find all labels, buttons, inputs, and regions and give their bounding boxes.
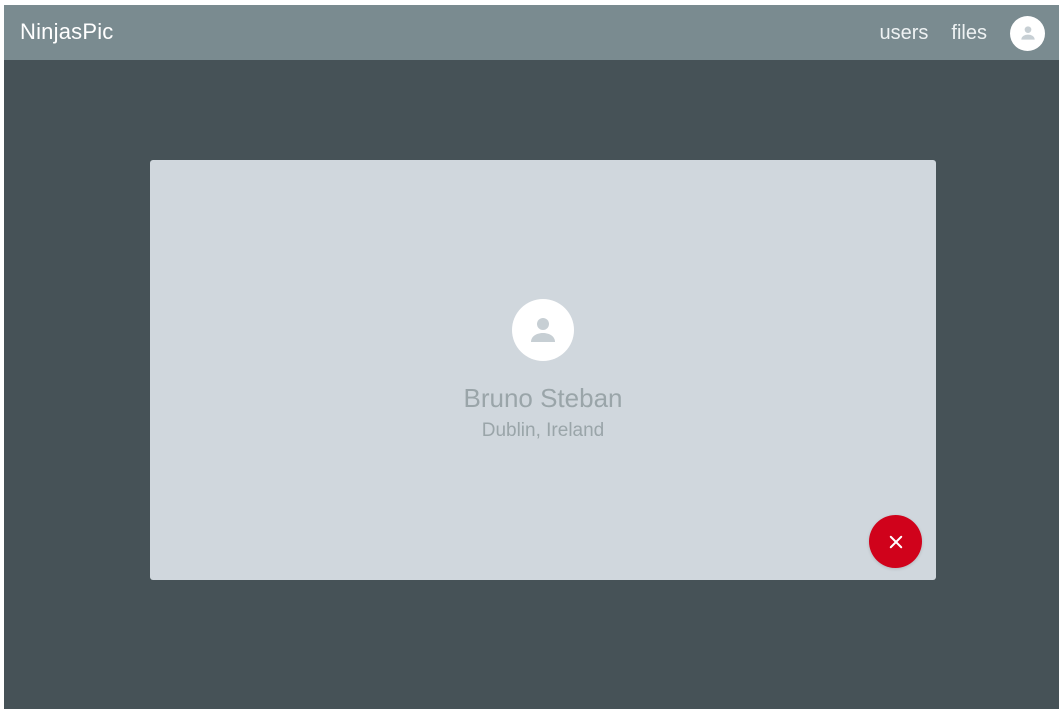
close-icon bbox=[889, 535, 902, 548]
top-app-bar: NinjasPic users files bbox=[4, 5, 1059, 60]
account-avatar-button[interactable] bbox=[1010, 15, 1045, 51]
person-icon bbox=[531, 318, 555, 342]
app-frame: NinjasPic users files Bruno Steban Dubli… bbox=[4, 5, 1059, 709]
profile-avatar bbox=[512, 299, 574, 361]
nav-link-users[interactable]: users bbox=[880, 22, 929, 45]
close-button[interactable] bbox=[869, 515, 922, 568]
person-icon bbox=[1020, 26, 1035, 40]
app-brand[interactable]: NinjasPic bbox=[20, 19, 114, 45]
nav-link-files[interactable]: files bbox=[951, 22, 987, 45]
top-nav: users files bbox=[880, 15, 1045, 51]
profile-name: Bruno Steban bbox=[463, 383, 623, 413]
profile-location: Dublin, Ireland bbox=[481, 420, 605, 441]
user-profile-card: Bruno Steban Dublin, Ireland bbox=[150, 160, 936, 580]
